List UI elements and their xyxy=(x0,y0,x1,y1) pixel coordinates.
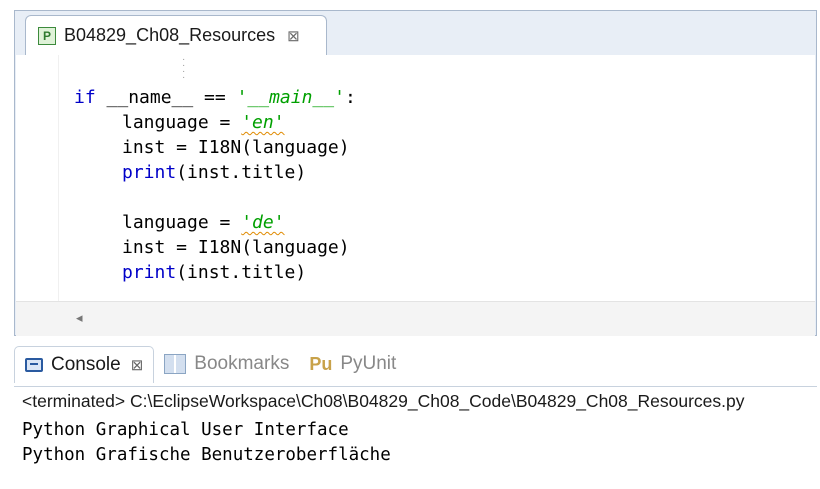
console-output-line: Python Grafische Benutzeroberfläche xyxy=(22,445,391,465)
code-text: language = xyxy=(122,112,242,133)
keyword-print: print xyxy=(122,162,177,183)
code-text: language = xyxy=(122,212,242,233)
line-number-gutter xyxy=(16,55,59,301)
code-line-6: inst = I18N(language) xyxy=(122,237,350,258)
keyword-print: print xyxy=(122,262,177,283)
code-line-3: inst = I18N(language) xyxy=(122,137,350,158)
horizontal-scrollbar[interactable]: ◂ xyxy=(16,301,815,336)
python-file-icon: P xyxy=(38,26,56,45)
editor-panel: P B04829_Ch08_Resources ⊠ · · · · if __name… xyxy=(14,10,817,336)
fold-indicator: · · · · xyxy=(182,54,187,83)
code-editor[interactable]: · · · · if __name__ == '__main__': language… xyxy=(16,55,815,301)
keyword-if: if xyxy=(74,87,96,108)
code-text: : xyxy=(344,87,356,108)
pyunit-icon: Pu xyxy=(309,353,333,374)
string-literal: '__main__' xyxy=(236,87,345,108)
console-tabbar: Console ⊠ Bookmarks Pu PyUnit xyxy=(14,342,817,386)
console-output-line: Python Graphical User Interface xyxy=(22,420,349,440)
string-literal: 'de' xyxy=(241,212,285,233)
close-icon[interactable]: ⊠ xyxy=(287,27,300,45)
code-line-7: print(inst.title) xyxy=(122,262,306,283)
code-line-4: print(inst.title) xyxy=(122,162,306,183)
code-text: (inst.title) xyxy=(176,162,307,183)
tab-bookmarks[interactable]: Bookmarks xyxy=(154,346,299,382)
tab-pyunit[interactable]: Pu PyUnit xyxy=(299,346,406,382)
tab-label: Console xyxy=(51,353,121,375)
console-status: <terminated> C:\EclipseWorkspace\Ch08\B0… xyxy=(22,391,745,411)
tab-console[interactable]: Console ⊠ xyxy=(14,345,155,383)
code-text: __name__ == xyxy=(95,87,237,108)
tab-label: PyUnit xyxy=(340,353,397,374)
tab-label: Bookmarks xyxy=(194,353,290,374)
tab-label: B04829_Ch08_Resources xyxy=(64,25,276,45)
code-line-5: language = 'de' xyxy=(122,212,285,233)
code-line-2: language = 'en' xyxy=(122,112,285,133)
code-lines: · · · · if __name__ == '__main__': language… xyxy=(74,55,794,301)
console-divider xyxy=(14,386,817,387)
code-text: (inst.title) xyxy=(176,262,307,283)
scroll-left-arrow-icon[interactable]: ◂ xyxy=(76,310,83,326)
string-literal: 'en' xyxy=(241,112,285,133)
tab-b04829-ch08-resources[interactable]: P B04829_Ch08_Resources ⊠ xyxy=(25,15,327,55)
close-icon[interactable]: ⊠ xyxy=(131,356,144,374)
bookmarks-icon xyxy=(164,354,187,374)
code-line-1: if __name__ == '__main__': xyxy=(74,87,356,108)
console-icon xyxy=(25,357,43,372)
